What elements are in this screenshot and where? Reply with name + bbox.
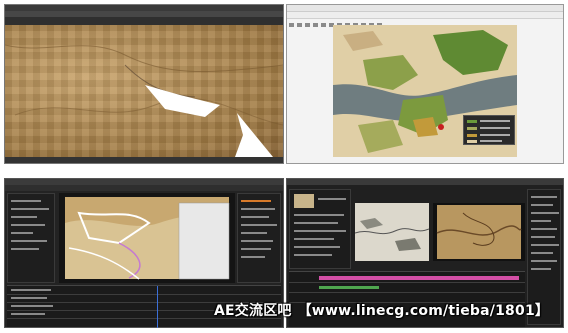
watermark-brand: AE交流区吧	[214, 303, 292, 319]
effects-panel[interactable]	[237, 193, 281, 283]
composition-frame	[59, 193, 235, 283]
status-bar	[5, 157, 283, 163]
canvas[interactable]	[5, 25, 283, 157]
image-editor-window	[4, 4, 284, 164]
map-legend	[463, 115, 515, 145]
composition-viewer[interactable]	[59, 193, 235, 283]
menu-bar[interactable]	[287, 179, 563, 185]
project-bin-panel[interactable]	[289, 189, 351, 269]
document-tabs[interactable]	[5, 17, 283, 25]
program-monitor[interactable]	[433, 203, 525, 261]
historical-map	[333, 25, 517, 157]
source-frame	[355, 203, 429, 261]
source-monitor[interactable]	[355, 203, 429, 261]
title-bar	[287, 5, 563, 12]
parchment-map-image	[5, 44, 283, 157]
project-panel[interactable]	[7, 193, 55, 283]
watermark: AE交流区吧 【www.linecg.com/tieba/1801】	[214, 300, 564, 322]
watermark-url: 【www.linecg.com/tieba/1801】	[297, 303, 550, 319]
playhead[interactable]	[157, 286, 158, 328]
toolbar[interactable]	[287, 12, 563, 27]
video-clip-track[interactable]	[319, 276, 519, 280]
program-frame	[433, 203, 525, 261]
tools-toolbar[interactable]	[5, 185, 283, 191]
map-viewer-window	[286, 4, 564, 164]
audio-clip-track[interactable]	[319, 286, 379, 289]
